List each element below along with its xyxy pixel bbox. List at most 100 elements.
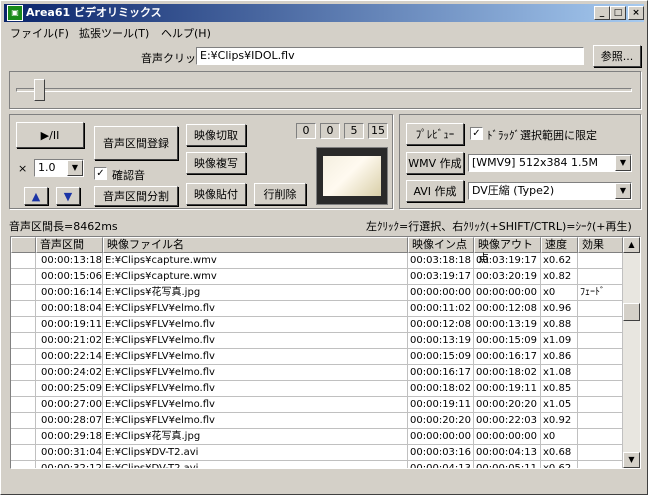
table-row[interactable]: 00:00:19:11 E:¥Clips¥FLV¥elmo.flv 00:00:12… [11,317,623,333]
video-copy-button[interactable]: 映像複写 [186,152,246,174]
drag-limit-checkbox[interactable]: ✓ [470,127,483,140]
col-speed[interactable]: 速度 [541,237,578,253]
row-header[interactable] [11,301,36,317]
menu-file[interactable]: ファイル(F) [10,25,69,41]
table-cell: 00:00:05:11 [474,461,541,468]
play-pause-button[interactable]: ▶/II [16,122,84,148]
scroll-up-icon[interactable]: ▲ [623,237,640,253]
title-bar[interactable]: ▣ Area61 ビデオリミックス _ □ × [4,4,644,22]
row-header[interactable] [11,365,36,381]
avi-codec-select[interactable]: DV圧縮 (Type2) ▼ [468,182,632,200]
row-header[interactable] [11,269,36,285]
table-cell: E:¥Clips¥capture.wmv [103,253,408,269]
table-cell [578,365,623,381]
table-cell: E:¥Clips¥FLV¥elmo.flv [103,349,408,365]
table-cell [578,333,623,349]
table-cell: 00:00:20:20 [408,413,474,429]
table-row[interactable]: 00:00:15:06 E:¥Clips¥capture.wmv 00:03:19:… [11,269,623,285]
menu-help[interactable]: ヘルプ(H) [161,25,211,41]
table-cell: 00:00:00:00 [474,429,541,445]
row-header[interactable] [11,285,36,301]
window-title: Area61 ビデオリミックス [26,6,162,19]
table-cell: E:¥Clips¥FLV¥elmo.flv [103,333,408,349]
col-video-file[interactable]: 映像ファイル名 [103,237,408,253]
seek-track [16,88,632,92]
table-cell [578,381,623,397]
preview-button[interactable]: ﾌﾟﾚﾋﾞｭｰ [406,123,464,145]
table-row[interactable]: 00:00:31:04 E:¥Clips¥DV-T2.avi 00:00:03:16… [11,445,623,461]
counter-minutes: 0 [320,123,340,139]
chevron-down-icon[interactable]: ▼ [615,183,631,199]
row-header[interactable] [11,461,36,468]
scroll-thumb[interactable] [623,303,640,321]
table-row[interactable]: 00:00:27:00 E:¥Clips¥FLV¥elmo.flv 00:00:19… [11,397,623,413]
edit-panel: ▶/II × 1.0 ▼ ▲ ▼ 音声区間登録 ✓ 確認音 音声区間分割 映像切取… [9,114,393,209]
col-audio-range[interactable]: 音声区間 [36,237,103,253]
split-audio-range-button[interactable]: 音声区間分割 [94,186,178,206]
table-cell: 00:03:19:17 [474,253,541,269]
table-cell: 00:00:00:00 [474,285,541,301]
scroll-down-icon[interactable]: ▼ [623,452,640,468]
delete-row-button[interactable]: 行削除 [254,183,306,205]
row-header[interactable] [11,397,36,413]
menu-extensions[interactable]: 拡張ツール(T) [79,25,149,41]
table-row[interactable]: 00:00:21:02 E:¥Clips¥FLV¥elmo.flv 00:00:13… [11,333,623,349]
confirm-sound-checkbox[interactable]: ✓ [94,167,107,180]
table-row[interactable]: 00:00:28:07 E:¥Clips¥FLV¥elmo.flv 00:00:20… [11,413,623,429]
minimize-button[interactable]: _ [594,6,610,20]
table-cell: x0.88 [541,317,578,333]
close-button[interactable]: × [628,6,644,20]
row-header[interactable] [11,413,36,429]
video-cut-button[interactable]: 映像切取 [186,124,246,146]
table-cell: x1.08 [541,365,578,381]
table-row[interactable]: 00:00:29:18 E:¥Clips¥花写真.jpg 00:00:00:00 00… [11,429,623,445]
avi-create-button[interactable]: AVI 作成 [406,180,464,202]
table-cell: x0.85 [541,381,578,397]
row-header[interactable] [11,317,36,333]
table-row[interactable]: 00:00:24:02 E:¥Clips¥FLV¥elmo.flv 00:00:16… [11,365,623,381]
move-up-button[interactable]: ▲ [24,187,48,205]
row-header[interactable] [11,333,36,349]
vertical-scrollbar[interactable]: ▲ ▼ [623,237,640,468]
chevron-down-icon[interactable]: ▼ [615,155,631,171]
table-cell: 00:00:16:17 [408,365,474,381]
row-header[interactable] [11,381,36,397]
seek-slider-thumb[interactable] [34,79,46,101]
table-row[interactable]: 00:00:22:14 E:¥Clips¥FLV¥elmo.flv 00:00:15… [11,349,623,365]
counter-hours: 0 [296,123,316,139]
table-row[interactable]: 00:00:25:09 E:¥Clips¥FLV¥elmo.flv 00:00:18… [11,381,623,397]
row-header[interactable] [11,253,36,269]
wmv-create-button[interactable]: WMV 作成 [406,152,464,174]
table-row[interactable]: 00:00:13:18 E:¥Clips¥capture.wmv 00:03:18:… [11,253,623,269]
table-cell: x1.05 [541,397,578,413]
seek-panel [9,71,641,109]
table-row[interactable]: 00:00:32:12 E:¥Clips¥DV-T2.avi 00:00:04:13… [11,461,623,468]
maximize-button[interactable]: □ [610,6,626,20]
table-cell: ﾌｪｰﾄﾞ [578,285,623,301]
wmv-profile-select[interactable]: [WMV9] 512x384 1.5M ▼ [468,154,632,172]
table-cell: 00:00:15:09 [474,333,541,349]
col-video-out[interactable]: 映像アウト点 [474,237,541,265]
video-paste-button[interactable]: 映像貼付 [186,183,246,205]
move-down-button[interactable]: ▼ [56,187,80,205]
row-header[interactable] [11,349,36,365]
browse-button[interactable]: 参照... [593,45,641,67]
col-effect[interactable]: 効果 [578,237,623,253]
table-cell: 00:00:13:18 [36,253,103,269]
clip-path-field[interactable]: E:¥Clips¥IDOL.flv [196,47,584,65]
wmv-profile-value: [WMV9] 512x384 1.5M [472,156,598,169]
table-cell: E:¥Clips¥DV-T2.avi [103,445,408,461]
table-cell: x0.68 [541,445,578,461]
row-header[interactable] [11,429,36,445]
col-video-in[interactable]: 映像イン点 [408,237,474,253]
table-cell: E:¥Clips¥DV-T2.avi [103,461,408,468]
row-header[interactable] [11,445,36,461]
table-row[interactable]: 00:00:16:14 E:¥Clips¥花写真.jpg 00:00:00:00 00… [11,285,623,301]
table-row[interactable]: 00:00:18:04 E:¥Clips¥FLV¥elmo.flv 00:00:11… [11,301,623,317]
table-cell [578,461,623,468]
table-cell: 00:03:20:19 [474,269,541,285]
table-cell: x0.92 [541,413,578,429]
speed-select[interactable]: 1.0 ▼ [34,159,84,177]
register-audio-range-button[interactable]: 音声区間登録 [94,126,178,160]
chevron-down-icon[interactable]: ▼ [67,160,83,176]
